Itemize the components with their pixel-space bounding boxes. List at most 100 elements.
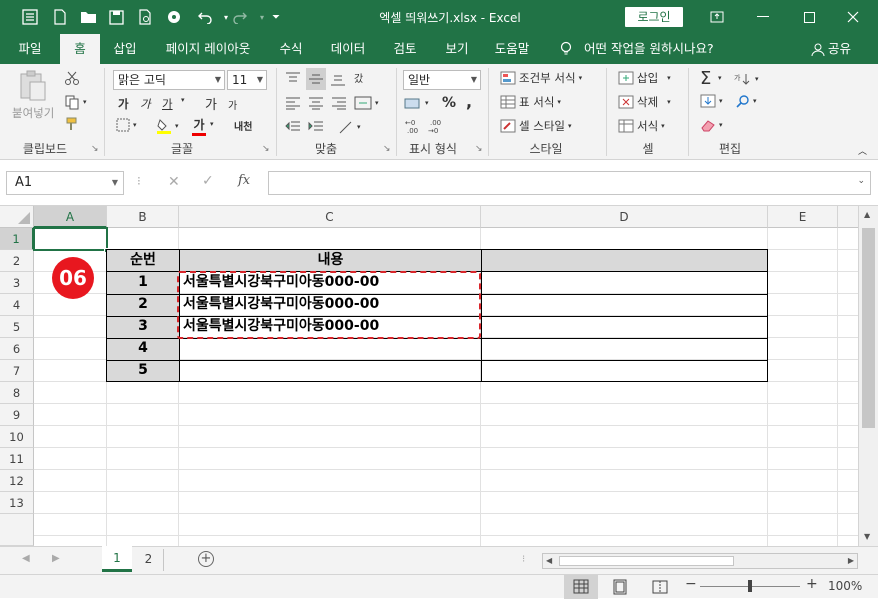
header-content[interactable]: 내용 [180,250,481,271]
tab-help[interactable]: 도움말 [486,34,538,64]
underline-button[interactable]: 가 [162,96,173,112]
find-select-icon[interactable]: ▾ [736,94,757,108]
row-header-14[interactable] [0,514,34,546]
grow-font-button[interactable]: 가 [205,94,217,113]
next-sheet-icon[interactable]: ▶ [52,553,60,564]
tab-file[interactable]: 파일 [6,34,54,64]
tab-home[interactable]: 홈 [60,34,100,64]
align-bottom-icon[interactable] [330,72,346,86]
number-launcher-icon[interactable]: ↘ [475,144,483,154]
align-top-icon[interactable] [285,72,301,86]
tab-insert[interactable]: 삽입 [104,34,146,64]
horizontal-scrollbar[interactable]: ◀ ▶ [542,553,858,569]
page-layout-view-icon[interactable] [612,579,628,598]
row-header-10[interactable]: 10 [0,426,34,448]
align-middle-icon[interactable] [306,68,326,90]
expand-formula-bar-icon[interactable]: ⌄ [857,176,865,186]
copy-icon[interactable]: ▾ [64,94,87,110]
name-box[interactable]: A1 ▼ [6,171,124,195]
percent-button[interactable]: % [442,95,456,111]
tab-formulas[interactable]: 수식 [270,34,312,64]
accounting-format-icon[interactable]: ▾ [404,96,429,110]
add-sheet-icon[interactable]: + [198,551,214,567]
clear-icon[interactable]: ▾ [700,118,723,132]
font-size-select[interactable]: 11 ▼ [227,70,267,90]
cell-styles-button[interactable]: 셀 스타일 ▾ [500,118,572,134]
column-header-d[interactable]: D [481,206,768,228]
decrease-decimal-icon[interactable]: .00 →0 [428,118,448,134]
align-left-icon[interactable] [285,96,301,110]
column-header-c[interactable]: C [179,206,481,228]
zoom-in-button[interactable]: + [806,576,818,592]
row-header-4[interactable]: 4 [0,294,34,316]
column-header-f[interactable] [838,206,858,228]
row-header-3[interactable]: 3 [0,272,34,294]
clipboard-launcher-icon[interactable]: ↘ [91,144,99,154]
align-right-icon[interactable] [331,96,347,110]
confirm-formula-icon[interactable]: ✓ [202,173,214,189]
row-header-1[interactable]: 1 [0,228,34,250]
row-header-11[interactable]: 11 [0,448,34,470]
column-header-a[interactable]: A [34,206,107,228]
restore-icon[interactable] [794,6,824,28]
number-cell[interactable]: 5 [107,360,179,381]
new-file-icon[interactable] [50,7,70,27]
tab-page-layout[interactable]: 페이지 레이아웃 [152,34,264,64]
sort-filter-icon[interactable]: 가 ▾ [734,72,759,86]
fill-icon[interactable]: ▾ [700,94,723,108]
row-header-12[interactable]: 12 [0,470,34,492]
delete-cells-button[interactable]: 삭제 ▾ [618,94,671,110]
scrollbar-thumb[interactable] [862,228,875,428]
number-cell[interactable]: 4 [107,338,179,359]
touch-mode-icon[interactable] [164,7,184,27]
underline-dropdown-icon[interactable]: ▾ [181,96,185,104]
format-as-table-button[interactable]: 표 서식 ▾ [500,94,561,110]
undo-icon[interactable] [194,7,216,27]
column-header-b[interactable]: B [107,206,179,228]
row-header-7[interactable]: 7 [0,360,34,382]
increase-indent-icon[interactable] [308,120,324,134]
merge-center-icon[interactable]: ▾ [354,96,379,110]
cancel-formula-icon[interactable]: ✕ [168,174,180,190]
login-button[interactable]: 로그인 [625,7,683,27]
row-header-13[interactable]: 13 [0,492,34,514]
scroll-left-icon[interactable]: ◀ [546,556,552,565]
number-cell[interactable]: 3 [107,316,179,337]
excel-app-icon[interactable] [20,7,40,27]
number-format-select[interactable]: 일반 ▼ [403,70,481,90]
hscrollbar-thumb[interactable] [559,556,734,566]
header-number[interactable]: 순번 [107,250,179,271]
format-cells-button[interactable]: 서식 ▾ [618,118,665,134]
vertical-scrollbar[interactable]: ▲ ▼ [858,206,878,546]
cut-icon[interactable] [64,70,80,86]
autosum-button[interactable]: Σ [700,68,711,89]
minimize-icon[interactable] [748,6,778,28]
bold-button[interactable]: 가 [118,96,129,112]
tell-me-search[interactable]: 어떤 작업을 원하시나요? [584,34,724,64]
tab-view[interactable]: 보기 [436,34,478,64]
zoom-out-button[interactable]: − [685,576,697,592]
select-all-corner[interactable] [0,206,34,228]
scroll-up-icon[interactable]: ▲ [864,210,870,219]
increase-decimal-icon[interactable]: ←0.00 [405,118,425,134]
number-cell[interactable]: 2 [107,294,179,315]
comma-button[interactable]: , [466,92,472,111]
insert-cells-button[interactable]: 삽입 ▾ [618,70,671,86]
paste-button[interactable]: 붙여넣기 [12,70,54,121]
insert-function-button[interactable]: fx [238,173,250,188]
orientation-icon[interactable]: ▾ [338,120,361,134]
italic-button[interactable]: 가 [140,96,151,112]
save-icon[interactable] [106,7,126,27]
row-header-5[interactable]: 5 [0,316,34,338]
normal-view-button[interactable] [564,575,598,599]
decrease-indent-icon[interactable] [285,120,301,134]
ribbon-display-options-icon[interactable] [702,6,732,28]
tab-data[interactable]: 데이터 [320,34,376,64]
collapse-ribbon-icon[interactable]: ︿ [858,144,867,157]
font-color-icon[interactable]: 가 [192,116,206,136]
share-button[interactable]: 공유 [828,34,856,64]
alignment-launcher-icon[interactable]: ↘ [383,144,391,154]
close-icon[interactable] [838,6,868,28]
redo-icon[interactable] [230,7,250,27]
scroll-right-icon[interactable]: ▶ [848,556,854,565]
